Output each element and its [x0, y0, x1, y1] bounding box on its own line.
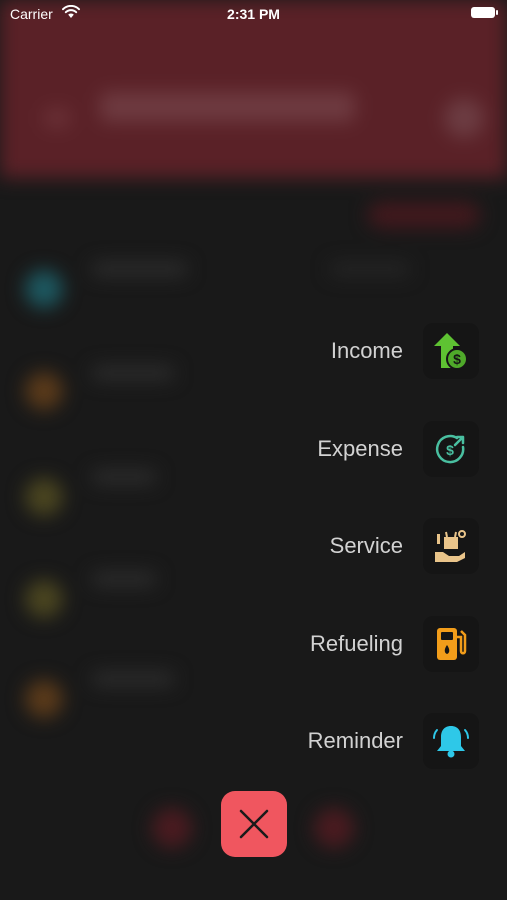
menu-item-refueling[interactable]: Refueling: [310, 616, 479, 672]
menu-item-income[interactable]: Income $: [331, 323, 479, 379]
background-title-shape: [100, 92, 355, 122]
background-line: [92, 672, 174, 686]
background-pill-shape: [368, 202, 480, 228]
svg-text:$: $: [453, 351, 461, 367]
background-tab-shape: [152, 808, 192, 848]
menu-item-label: Income: [330, 338, 403, 363]
background-dot: [25, 580, 63, 618]
background-line: [92, 572, 156, 586]
menu-item-label: Reminder: [307, 728, 403, 753]
menu-item-reminder[interactable]: Reminder: [308, 713, 479, 769]
background-line: [92, 470, 156, 484]
background-avatar-shape: [444, 98, 484, 138]
income-icon: $: [434, 333, 468, 370]
background-line: [330, 262, 410, 276]
background-dot: [25, 680, 63, 718]
background-line: [92, 262, 187, 276]
close-button[interactable]: [221, 791, 287, 857]
background-tab-shape: [314, 808, 354, 848]
menu-item-label: Refueling: [310, 631, 403, 656]
battery-icon: [471, 7, 498, 18]
background-line: [92, 366, 174, 380]
background-back-shape: [44, 108, 70, 128]
svg-text:$: $: [446, 442, 454, 458]
background-dot: [25, 478, 63, 516]
refueling-icon: [437, 628, 467, 660]
status-bar: Carrier 2:31 PM: [0, 0, 507, 28]
expense-icon: $: [435, 434, 465, 464]
service-button[interactable]: [423, 518, 479, 574]
menu-item-label: Expense: [317, 436, 403, 461]
status-time: 2:31 PM: [227, 6, 280, 22]
background-dot: [25, 270, 63, 308]
reminder-icon: [432, 726, 470, 758]
refueling-button[interactable]: [423, 616, 479, 672]
menu-item-expense[interactable]: Expense $: [317, 421, 479, 477]
service-icon: [435, 530, 466, 562]
income-button[interactable]: $: [423, 323, 479, 379]
menu-item-label: Service: [329, 533, 403, 558]
background-dot: [25, 372, 63, 410]
reminder-button[interactable]: [423, 713, 479, 769]
menu-item-service[interactable]: Service: [330, 518, 479, 574]
close-icon: [239, 809, 269, 839]
expense-button[interactable]: $: [423, 421, 479, 477]
